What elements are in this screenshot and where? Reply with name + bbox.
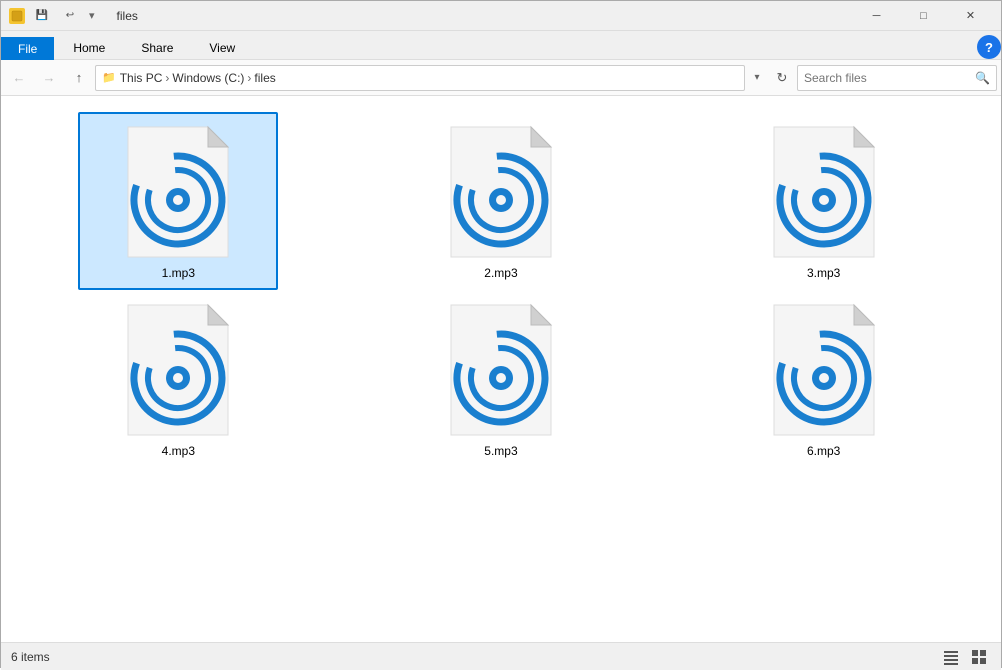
file-name: 1.mp3: [162, 266, 195, 280]
undo-quick-btn[interactable]: ↩: [59, 5, 81, 27]
file-item[interactable]: 2.mp3: [401, 112, 601, 290]
refresh-button[interactable]: ↻: [769, 65, 795, 91]
window-controls: ─ □ ✕: [854, 1, 993, 31]
forward-button[interactable]: →: [35, 64, 63, 92]
view-controls: [939, 645, 991, 669]
file-name: 2.mp3: [484, 266, 517, 280]
file-name: 3.mp3: [807, 266, 840, 280]
tab-view[interactable]: View: [192, 36, 252, 59]
file-icon: [441, 122, 561, 262]
file-icon: [118, 300, 238, 440]
main-area: 1.mp3 2.mp3 3.mp3 4.mp3 5.mp3 6.mp3: [1, 96, 1001, 642]
large-icons-view-button[interactable]: [967, 645, 991, 669]
path-files[interactable]: files: [254, 71, 275, 85]
close-button[interactable]: ✕: [948, 1, 993, 31]
back-button[interactable]: ←: [5, 64, 33, 92]
search-icon: 🔍: [975, 71, 990, 85]
help-button[interactable]: ?: [977, 35, 1001, 59]
file-grid: 1.mp3 2.mp3 3.mp3 4.mp3 5.mp3 6.mp3: [1, 96, 1001, 642]
path-windows[interactable]: Windows (C:): [172, 71, 244, 85]
path-thispc[interactable]: This PC: [120, 71, 163, 85]
address-bar[interactable]: 📁 This PC › Windows (C:) › files: [95, 65, 745, 91]
file-item[interactable]: 4.mp3: [78, 290, 278, 468]
file-item[interactable]: 6.mp3: [724, 290, 924, 468]
file-icon: [764, 122, 884, 262]
tab-file[interactable]: File: [1, 37, 54, 60]
file-name: 5.mp3: [484, 444, 517, 458]
file-item[interactable]: 1.mp3: [78, 112, 278, 290]
search-input[interactable]: [804, 71, 971, 85]
file-item[interactable]: 3.mp3: [724, 112, 924, 290]
file-name: 6.mp3: [807, 444, 840, 458]
status-bar: 6 items: [1, 642, 1001, 670]
nav-bar: ← → ↑ 📁 This PC › Windows (C:) › files ▾…: [1, 60, 1001, 96]
address-folder-icon: 📁: [102, 71, 116, 84]
address-dropdown-btn[interactable]: ▾: [747, 65, 767, 91]
file-name: 4.mp3: [162, 444, 195, 458]
ribbon: File Home Share View ?: [1, 31, 1001, 60]
minimize-button[interactable]: ─: [854, 1, 899, 31]
tab-share[interactable]: Share: [124, 36, 190, 59]
file-icon: [764, 300, 884, 440]
maximize-button[interactable]: □: [901, 1, 946, 31]
title-bar: 💾 ↩ ▾ files ─ □ ✕: [1, 1, 1001, 31]
window-title: files: [117, 9, 138, 23]
search-bar[interactable]: 🔍: [797, 65, 997, 91]
item-count: 6 items: [11, 650, 50, 664]
quick-access-icon: [9, 8, 25, 24]
file-icon: [441, 300, 561, 440]
tab-home[interactable]: Home: [56, 36, 122, 59]
up-button[interactable]: ↑: [65, 64, 93, 92]
ribbon-tabs: File Home Share View ?: [1, 31, 1001, 59]
details-view-button[interactable]: [939, 645, 963, 669]
file-item[interactable]: 5.mp3: [401, 290, 601, 468]
save-quick-btn[interactable]: 💾: [31, 5, 53, 27]
title-bar-left: 💾 ↩ ▾ files: [9, 5, 138, 27]
file-icon: [118, 122, 238, 262]
